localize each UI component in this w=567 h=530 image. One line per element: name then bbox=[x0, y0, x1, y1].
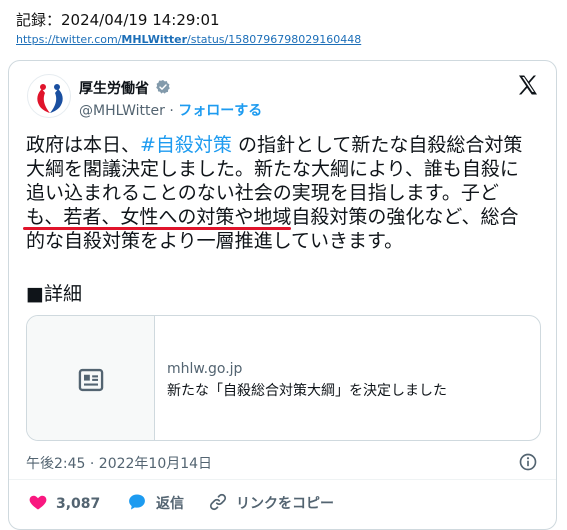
tweet-timestamp[interactable]: 午後2:45 · 2022年10月14日 bbox=[26, 453, 212, 473]
x-logo-icon[interactable] bbox=[516, 73, 540, 97]
link-preview-card[interactable]: mhlw.go.jp 新たな「自殺総合対策大綱」を決定しました bbox=[26, 315, 541, 441]
reply-label: 返信 bbox=[156, 496, 184, 512]
link-domain: mhlw.go.jp bbox=[167, 361, 243, 377]
tweet-text: 政府は本日、#自殺対策 の指針として新たな自殺総合対策大綱を閣議決定しました。新… bbox=[26, 134, 523, 252]
info-icon[interactable] bbox=[518, 452, 538, 472]
like-count: 3,087 bbox=[56, 496, 101, 512]
link-icon bbox=[209, 493, 227, 511]
avatar[interactable] bbox=[27, 74, 71, 118]
handle[interactable]: @MHLWitter bbox=[79, 103, 165, 119]
record-timestamp: 記録：2024/04/19 14:29:01 bbox=[16, 11, 220, 29]
url-suffix: /status/1580796798029160448 bbox=[187, 33, 362, 46]
verified-badge-icon bbox=[156, 80, 170, 94]
news-article-icon bbox=[78, 368, 104, 392]
copy-link-button[interactable]: リンクをコピー bbox=[208, 492, 334, 513]
heart-icon bbox=[29, 495, 47, 510]
link-title: 新たな「自殺総合対策大綱」を決定しました bbox=[167, 383, 447, 399]
separator: · bbox=[164, 103, 179, 119]
divider bbox=[9, 479, 556, 480]
hashtag-link[interactable]: #自殺対策 bbox=[140, 134, 232, 156]
reply-button[interactable]: 返信 bbox=[126, 492, 184, 513]
follow-button[interactable]: フォローする bbox=[178, 103, 262, 119]
url-prefix: https://twitter.com/ bbox=[16, 33, 122, 46]
like-button[interactable]: 3,087 bbox=[28, 492, 100, 512]
mhlw-logo-icon bbox=[37, 84, 63, 113]
red-underline-annotation bbox=[23, 227, 291, 230]
url-account: MHLWitter bbox=[121, 33, 188, 46]
display-name[interactable]: 厚生労働省 bbox=[79, 78, 149, 98]
reply-bubble-icon bbox=[129, 494, 145, 510]
record-source-link[interactable]: https://twitter.com/MHLWitter/status/158… bbox=[16, 33, 361, 46]
detail-heading: ■詳細 bbox=[26, 283, 82, 305]
tweet-card: 厚生労働省 @MHLWitter · フォローする 政府は本日、#自殺対策 の指… bbox=[8, 60, 557, 530]
handle-row: @MHLWitter · フォローする bbox=[79, 100, 262, 120]
copy-link-label: リンクをコピー bbox=[236, 496, 334, 512]
link-thumbnail bbox=[27, 316, 155, 440]
